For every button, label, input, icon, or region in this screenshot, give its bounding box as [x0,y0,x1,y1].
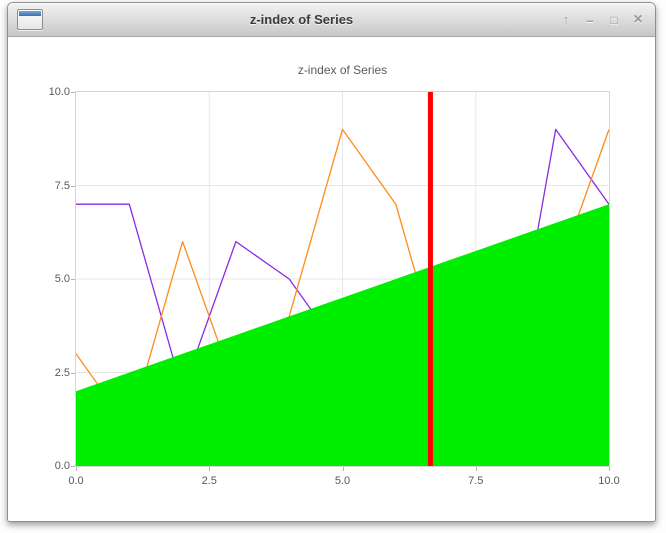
x-axis-tick [342,467,344,471]
window-title: z-index of Series [249,12,354,27]
y-axis-tick-label: 10.0 [48,86,70,98]
y-axis-tick [71,372,75,374]
y-axis-tick [71,185,75,187]
x-axis-tick-label: 5.0 [334,475,351,487]
plot-area [75,91,610,467]
y-axis-tick [71,279,75,280]
y-axis-tick [71,466,75,467]
minimize-button[interactable]: – [581,11,599,31]
window-icon[interactable] [17,9,43,30]
y-axis-tick [71,92,75,93]
window-content: z-index of Series 0.0 2.5 5.0 7.5 10.0 0.0 2.5… [8,37,655,521]
x-axis-tick [475,467,477,471]
y-axis-tick-label: 7.5 [54,179,70,192]
shade-button[interactable]: ↑ [557,10,575,30]
plot-canvas [76,92,609,466]
x-axis-tick-label: 2.5 [201,475,217,487]
y-axis-tick-label: 5.0 [54,273,70,285]
maximize-button[interactable]: □ [605,10,623,30]
window-titlebar[interactable]: z-index of Series ↑ – □ × [8,3,655,37]
x-axis-tick [609,467,610,471]
x-axis-tick [76,467,77,471]
app-window: z-index of Series ↑ – □ × z-index of Ser… [7,2,656,522]
desktop: z-index of Series ↑ – □ × z-index of Ser… [0,0,666,533]
y-axis-tick-label: 0.0 [54,460,70,472]
chart-title: z-index of Series [297,63,388,77]
x-axis-tick-label: 10.0 [598,475,620,487]
close-button[interactable]: × [629,10,647,30]
x-axis-tick-label: 7.5 [468,475,484,487]
x-axis-tick [209,467,211,471]
y-axis-tick-label: 2.5 [54,366,70,379]
window-controls: ↑ – □ × [557,3,647,37]
x-axis-tick-label: 0.0 [68,475,84,487]
window-icon-titlebar-stripe [19,11,41,16]
